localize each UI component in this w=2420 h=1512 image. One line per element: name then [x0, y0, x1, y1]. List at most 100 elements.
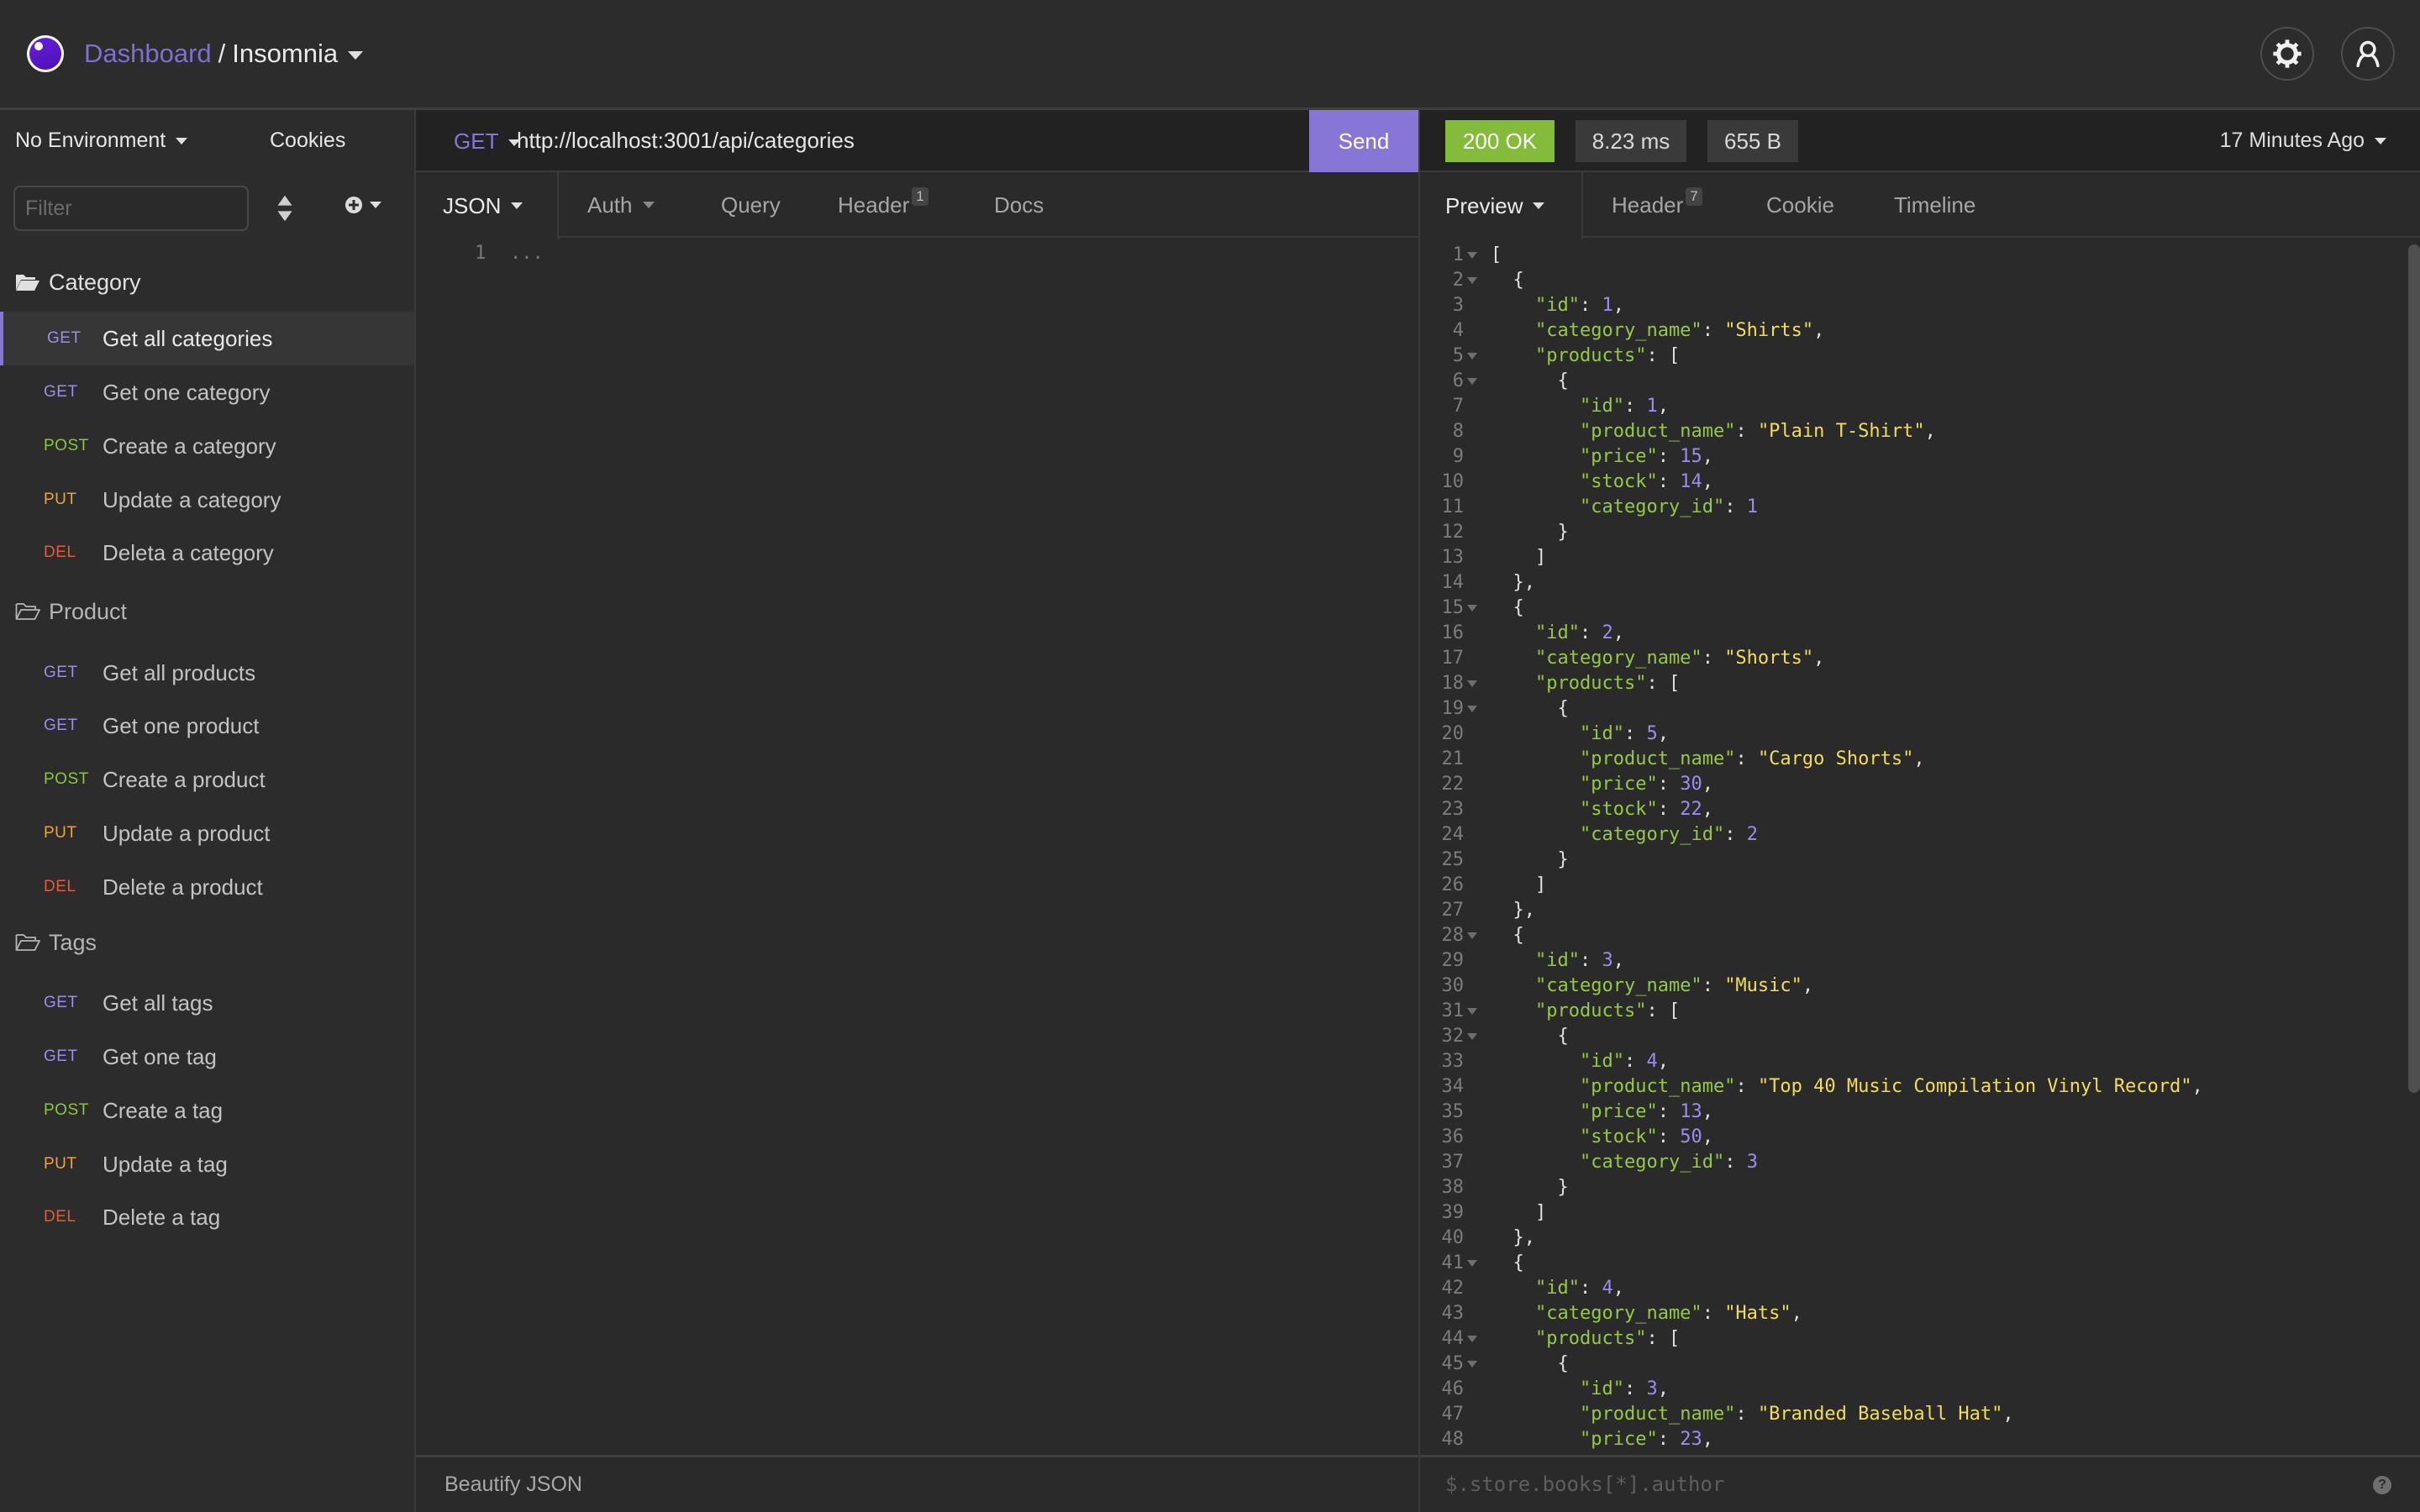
- response-preview[interactable]: 1[2{3 "id": 1, 4 "category_name": "Shirts",…: [1420, 243, 2403, 1452]
- tab-timeline[interactable]: Timeline: [1894, 172, 1975, 238]
- method-badge: GET: [44, 717, 78, 734]
- sidebar: No Environment Cookies Category GET Get …: [0, 110, 416, 1512]
- line-number: 33: [1441, 1051, 1465, 1072]
- url-input[interactable]: [517, 110, 1273, 171]
- fold-toggle-icon[interactable]: [1467, 932, 1477, 939]
- workspace-dropdown-caret-icon[interactable]: [348, 50, 364, 60]
- json-key: "product_name": [1580, 1076, 1736, 1097]
- breadcrumb-dashboard-link[interactable]: Dashboard: [84, 39, 212, 68]
- json-key: "product_name": [1580, 421, 1736, 442]
- fold-toggle-icon[interactable]: [1467, 1033, 1477, 1040]
- code-line: 16 "id": 2,: [1420, 621, 2403, 646]
- response-history-dropdown[interactable]: 17 Minutes Ago: [2220, 129, 2386, 153]
- tab-header[interactable]: Header 1: [838, 172, 929, 238]
- line-number: 17: [1441, 648, 1465, 669]
- sidebar-item-delete-product[interactable]: DEL Delete a product: [0, 860, 414, 914]
- line-number: 1: [1452, 244, 1464, 265]
- beautify-json-button[interactable]: Beautify JSON: [445, 1473, 582, 1497]
- environment-selector[interactable]: No Environment: [15, 129, 188, 153]
- code-text: "id": 3,: [1535, 948, 1624, 974]
- json-number: 50: [1680, 1126, 1702, 1147]
- tab-cookie[interactable]: Cookie: [1766, 172, 1834, 238]
- code-text: "stock": 22,: [1580, 797, 1713, 822]
- folder-label: Product: [49, 598, 128, 624]
- fold-toggle-icon[interactable]: [1467, 1260, 1477, 1267]
- sidebar-item-update-product[interactable]: PUT Update a product: [0, 806, 414, 860]
- tab-label: JSON: [443, 192, 502, 218]
- cookies-button[interactable]: Cookies: [270, 129, 345, 153]
- sidebar-item-create-tag[interactable]: POST Create a tag: [0, 1084, 414, 1137]
- sidebar-item-update-tag[interactable]: PUT Update a tag: [0, 1137, 414, 1191]
- sidebar-item-get-one-product[interactable]: GET Get one product: [0, 699, 414, 753]
- sidebar-item-get-one-tag[interactable]: GET Get one tag: [0, 1030, 414, 1084]
- jsonpath-filter-input[interactable]: [1445, 1457, 2286, 1511]
- sidebar-item-get-one-category[interactable]: GET Get one category: [0, 365, 414, 419]
- fold-toggle-icon[interactable]: [1467, 1361, 1477, 1368]
- response-scrollbar[interactable]: [2408, 244, 2420, 1093]
- url-bar: GET Send: [416, 110, 1418, 172]
- sidebar-item-delete-category[interactable]: DEL Deleta a category: [0, 526, 414, 580]
- sidebar-item-get-all-products[interactable]: GET Get all products: [0, 646, 414, 700]
- json-key: "stock": [1580, 1126, 1658, 1147]
- code-text: "stock": 50,: [1580, 1125, 1713, 1150]
- workspace-name[interactable]: Insomnia: [232, 39, 338, 68]
- folder-product[interactable]: Product: [15, 595, 127, 628]
- line-number: 15: [1441, 597, 1465, 618]
- code-text: {: [1558, 1024, 1569, 1049]
- tab-label: Cookie: [1766, 192, 1834, 218]
- fold-toggle-icon[interactable]: [1467, 252, 1477, 259]
- fold-toggle-icon[interactable]: [1467, 1008, 1477, 1015]
- request-label: Get one tag: [103, 1043, 217, 1069]
- folder-category[interactable]: Category: [15, 265, 141, 299]
- gear-icon: [2273, 39, 2302, 68]
- line-number: 9: [1452, 446, 1464, 467]
- method-badge: GET: [44, 994, 78, 1011]
- tab-query[interactable]: Query: [721, 172, 781, 238]
- json-punctuation: :: [1657, 471, 1681, 492]
- response-pane: 200 OK 8.23 ms 655 B 17 Minutes Ago Prev…: [1420, 110, 2420, 1512]
- folder-tags[interactable]: Tags: [15, 926, 97, 959]
- method-selector[interactable]: GET: [454, 129, 521, 155]
- sidebar-item-create-category[interactable]: POST Create a category: [0, 419, 414, 473]
- json-number: 1: [1746, 496, 1758, 517]
- fold-toggle-icon[interactable]: [1467, 1336, 1477, 1342]
- json-punctuation: {: [1557, 370, 1569, 391]
- code-line: 41 {: [1420, 1251, 2403, 1276]
- sidebar-item-update-category[interactable]: PUT Update a category: [0, 473, 414, 527]
- fold-toggle-icon[interactable]: [1467, 353, 1477, 360]
- fold-toggle-icon[interactable]: [1467, 605, 1477, 612]
- sidebar-item-get-all-categories[interactable]: GET Get all categories: [0, 312, 414, 365]
- sort-icon[interactable]: [276, 194, 294, 223]
- json-key: "id": [1580, 723, 1624, 744]
- tab-docs[interactable]: Docs: [994, 172, 1044, 238]
- tab-json[interactable]: JSON: [416, 172, 559, 239]
- tab-response-header[interactable]: Header 7: [1612, 172, 1702, 238]
- sidebar-item-delete-tag[interactable]: DEL Delete a tag: [0, 1190, 414, 1244]
- add-request-button[interactable]: [345, 196, 381, 214]
- fold-toggle-icon[interactable]: [1467, 706, 1477, 712]
- line-number: 44: [1441, 1328, 1465, 1349]
- sidebar-item-get-all-tags[interactable]: GET Get all tags: [0, 976, 414, 1030]
- fold-toggle-icon[interactable]: [1467, 680, 1477, 687]
- code-line: 13]: [1420, 545, 2403, 570]
- tab-auth[interactable]: Auth: [587, 172, 655, 238]
- environment-label: No Environment: [15, 129, 166, 152]
- json-number: 4: [1602, 1278, 1613, 1299]
- line-number: 19: [1441, 698, 1465, 719]
- code-line: 6{: [1420, 369, 2403, 394]
- account-button[interactable]: [2341, 27, 2395, 81]
- code-line: 47 "product_name": "Branded Baseball Hat"…: [1420, 1402, 2403, 1427]
- tab-preview[interactable]: Preview: [1420, 172, 1583, 239]
- settings-button[interactable]: [2260, 27, 2314, 81]
- insomnia-logo-icon[interactable]: [27, 35, 64, 72]
- help-icon[interactable]: ?: [2373, 1476, 2391, 1494]
- fold-toggle-icon[interactable]: [1467, 277, 1477, 284]
- json-punctuation: :: [1657, 1101, 1681, 1122]
- fold-toggle-icon[interactable]: [1467, 378, 1477, 385]
- sidebar-item-create-product[interactable]: POST Create a product: [0, 753, 414, 806]
- send-button[interactable]: Send: [1309, 110, 1418, 172]
- line-number: 26: [1441, 874, 1465, 895]
- json-key: "id": [1580, 1378, 1624, 1399]
- request-label: Update a tag: [103, 1151, 228, 1177]
- sidebar-filter-input[interactable]: [13, 186, 249, 231]
